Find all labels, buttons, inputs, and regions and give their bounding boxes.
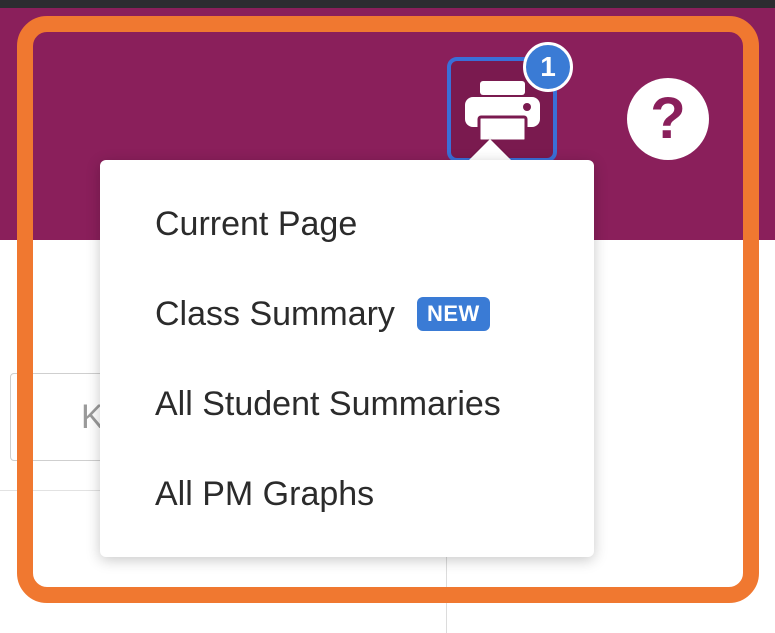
top-strip (0, 0, 775, 8)
menu-item-class-summary[interactable]: Class Summary NEW (155, 284, 490, 344)
menu-item-label: Current Page (155, 204, 358, 243)
printer-icon (465, 81, 540, 141)
menu-item-label: All Student Summaries (155, 384, 501, 423)
print-notification-badge: 1 (523, 42, 573, 92)
menu-item-current-page[interactable]: Current Page (155, 194, 357, 254)
menu-item-label: All PM Graphs (155, 474, 375, 513)
question-mark-icon: ? (650, 86, 686, 151)
print-dropdown-menu: Current Page Class Summary NEW All Stude… (100, 160, 594, 557)
menu-item-all-pm-graphs[interactable]: All PM Graphs (155, 464, 374, 524)
help-button[interactable]: ? (627, 78, 709, 160)
menu-item-all-student-summaries[interactable]: All Student Summaries (155, 374, 501, 434)
new-badge: NEW (416, 297, 490, 331)
menu-item-label: Class Summary (155, 294, 395, 333)
